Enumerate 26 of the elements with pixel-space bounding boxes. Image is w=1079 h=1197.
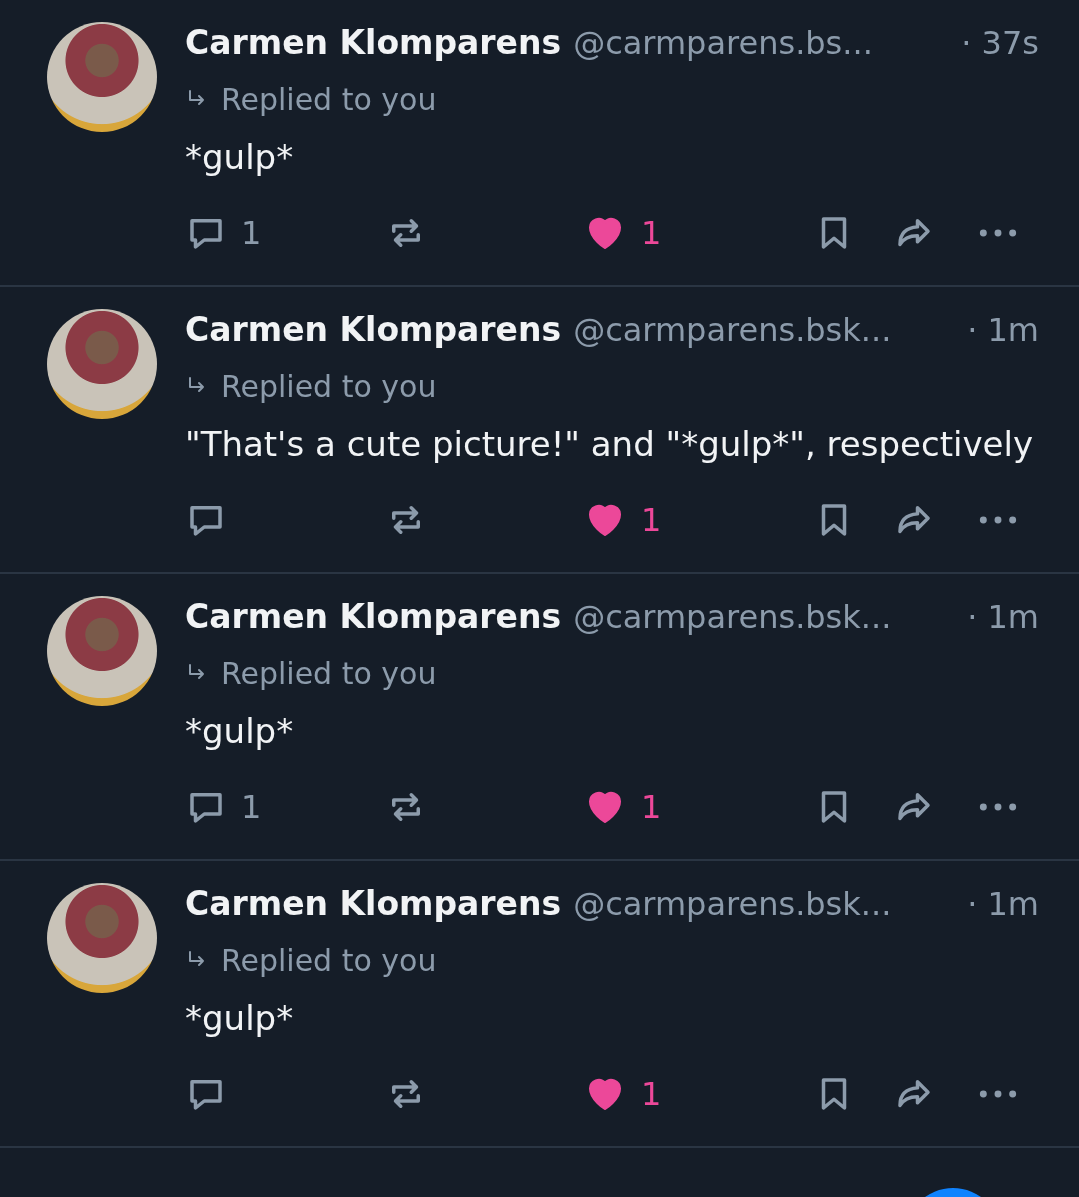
post-time: · 1m (967, 597, 1039, 638)
post-text: *gulp* (185, 710, 295, 753)
replied-label: Replied to you (221, 655, 437, 691)
post-text: *gulp* (185, 136, 295, 179)
like-count: 1 (641, 1075, 662, 1113)
like-count: 1 (641, 214, 662, 252)
like-count: 1 (641, 501, 662, 539)
reply-count: 1 (241, 788, 262, 826)
post-text: *gulp* (185, 997, 295, 1040)
replied-label: Replied to you (221, 942, 437, 978)
replied-label: Replied to you (221, 368, 437, 404)
author-handle[interactable]: @carmparens.bsk... (573, 883, 968, 925)
replied-label: Replied to you (221, 81, 437, 117)
author-name[interactable]: Carmen Klomparens (185, 883, 562, 925)
author-name[interactable]: Carmen Klomparens (185, 22, 562, 64)
author-handle[interactable]: @carmparens.bsk... (573, 309, 968, 351)
author-handle[interactable]: @carmparens.bs... (573, 22, 962, 64)
like-count: 1 (641, 788, 662, 826)
post-time: · 1m (967, 884, 1039, 925)
author-name[interactable]: Carmen Klomparens (185, 309, 562, 351)
reply-count: 1 (241, 214, 262, 252)
author-name[interactable]: Carmen Klomparens (185, 596, 562, 638)
post-time: · 37s (961, 23, 1039, 64)
author-handle[interactable]: @carmparens.bsk... (573, 596, 968, 638)
post-text: "That's a cute picture!" and "*gulp*", respectively (185, 423, 1035, 466)
post-time: · 1m (967, 310, 1039, 351)
